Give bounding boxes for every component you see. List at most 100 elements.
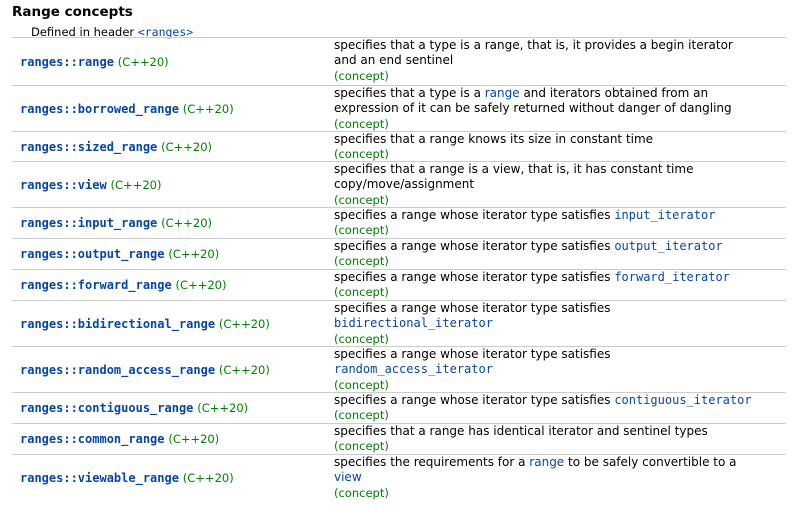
table-row: ranges::common_range (C++20) specifies th… (12, 424, 786, 454)
concept-name-link[interactable]: ranges::range (20, 55, 114, 69)
description-line: specifies a range whose iterator type sa… (334, 208, 786, 223)
concept-description: specifies a range whose iterator type sa… (334, 270, 786, 301)
concept-tag: (concept) (334, 192, 389, 207)
description-line: bidirectional_iterator (334, 316, 786, 331)
description-line: specifies a range whose iterator type sa… (334, 239, 786, 254)
concept-name-cell: ranges::random_access_range (C++20) (20, 363, 270, 377)
description-line: copy/move/assignment (334, 177, 786, 192)
concept-link[interactable]: range (529, 455, 564, 469)
concept-name-link[interactable]: ranges::bidirectional_range (20, 317, 215, 331)
description-line: expression of it can be safely returned … (334, 101, 786, 116)
description-text: and an end sentinel (334, 53, 454, 68)
description-text: expression of it can be safely returned … (334, 101, 732, 116)
concept-tag: (concept) (334, 485, 389, 500)
concept-name-link[interactable]: ranges::input_range (20, 216, 157, 230)
concept-name-cell: ranges::viewable_range (C++20) (20, 471, 234, 485)
description-line: specifies a range whose iterator type sa… (334, 347, 786, 362)
concept-name-link[interactable]: ranges::viewable_range (20, 471, 179, 485)
concept-name-cell: ranges::input_range (C++20) (20, 216, 212, 230)
table-row: ranges::output_range (C++20) specifies a … (12, 239, 786, 269)
description-text: specifies the requirements for a (334, 455, 530, 469)
concept-description: specifies that a range knows its size in… (334, 132, 786, 163)
description-text: specifies that a type is a range, that i… (334, 38, 733, 52)
concept-tag: (concept) (334, 68, 389, 83)
concept-name-cell: ranges::range (C++20) (20, 55, 169, 69)
concept-name-link[interactable]: ranges::sized_range (20, 140, 157, 154)
description-text: to be safely convertible to a (564, 455, 737, 469)
concept-description: specifies that a type is a range and ite… (334, 86, 786, 132)
standard-version-badge: (C++20) (161, 216, 213, 230)
concept-description: specifies that a type is a range, that i… (334, 38, 786, 84)
description-line: view (334, 470, 786, 485)
concept-name-cell: ranges::output_range (C++20) (20, 247, 219, 261)
description-text: specifies that a type is a (334, 86, 485, 100)
concept-name-link[interactable]: ranges::contiguous_range (20, 401, 193, 415)
standard-version-badge: (C++20) (168, 432, 220, 446)
table-row: ranges::borrowed_range (C++20) specifies … (12, 86, 786, 131)
standard-version-badge: (C++20) (110, 177, 162, 192)
iterator-concept-link[interactable]: bidirectional_iterator (334, 316, 493, 330)
iterator-concept-link[interactable]: random_access_iterator (334, 362, 493, 376)
description-text: copy/move/assignment (334, 177, 475, 192)
concept-description: specifies a range whose iterator type sa… (334, 393, 786, 424)
table-row: ranges::sized_range (C++20) specifies tha… (12, 132, 786, 161)
concept-name-link[interactable]: ranges::view (20, 178, 107, 192)
concept-tag: (concept) (334, 116, 389, 131)
standard-version-badge: (C++20) (182, 470, 234, 485)
concept-name-cell: ranges::common_range (C++20) (20, 432, 219, 446)
table-row: ranges::input_range (C++20) specifies a r… (12, 208, 786, 238)
standard-version-badge: (C++20) (218, 316, 270, 331)
standard-version-badge: (C++20) (218, 362, 270, 377)
concept-name-cell: ranges::borrowed_range (C++20) (20, 102, 234, 116)
concept-tag: (concept) (334, 285, 389, 300)
concept-name-cell: ranges::view (C++20) (20, 178, 161, 192)
description-line: specifies a range whose iterator type sa… (334, 393, 786, 408)
iterator-concept-link[interactable]: output_iterator (614, 239, 722, 253)
description-text: specifies that a range has identical ite… (334, 424, 708, 438)
concept-description: specifies that a range has identical ite… (334, 424, 786, 455)
standard-version-badge: (C++20) (182, 101, 234, 116)
description-line: specifies that a range is a view, that i… (334, 162, 786, 177)
table-row: ranges::bidirectional_range (C++20) speci… (12, 301, 786, 346)
concept-description: specifies a range whose iterator type sa… (334, 208, 786, 239)
description-text: specifies a range whose iterator type sa… (334, 301, 611, 315)
concept-tag: (concept) (334, 223, 389, 238)
table-row: ranges::random_access_range (C++20) speci… (12, 347, 786, 392)
concept-tag: (concept) (334, 331, 389, 346)
concept-name-link[interactable]: ranges::forward_range (20, 278, 172, 292)
concept-tag: (concept) (334, 439, 389, 454)
concept-link[interactable]: range (485, 86, 520, 100)
iterator-concept-link[interactable]: contiguous_iterator (614, 393, 751, 407)
table-row: ranges::forward_range (C++20) specifies a… (12, 270, 786, 300)
description-text: specifies a range whose iterator type sa… (334, 347, 611, 361)
concept-name-link[interactable]: ranges::output_range (20, 247, 165, 261)
concept-name-link[interactable]: ranges::borrowed_range (20, 102, 179, 116)
description-line: specifies that a range has identical ite… (334, 424, 786, 439)
table-row: ranges::range (C++20) specifies that a ty… (12, 38, 786, 85)
concept-name-link[interactable]: ranges::random_access_range (20, 363, 215, 377)
description-text: specifies that a range is a view, that i… (334, 162, 694, 176)
description-line: specifies that a type is a range and ite… (334, 86, 786, 101)
standard-version-badge: (C++20) (161, 139, 213, 154)
description-text: specifies a range whose iterator type sa… (334, 270, 615, 284)
concept-tag: (concept) (334, 254, 389, 269)
description-line: specifies a range whose iterator type sa… (334, 270, 786, 285)
concept-link[interactable]: view (334, 470, 362, 484)
iterator-concept-link[interactable]: forward_iterator (614, 270, 730, 284)
description-line: specifies that a type is a range, that i… (334, 38, 786, 53)
concept-name-cell: ranges::bidirectional_range (C++20) (20, 317, 270, 331)
concept-name-cell: ranges::contiguous_range (C++20) (20, 401, 248, 415)
concept-description: specifies a range whose iterator type sa… (334, 239, 786, 270)
table-row: ranges::view (C++20) specifies that a ran… (12, 162, 786, 207)
concept-description: specifies a range whose iterator type sa… (334, 301, 786, 347)
description-text: specifies a range whose iterator type sa… (334, 393, 615, 407)
description-line: specifies the requirements for a range t… (334, 455, 786, 470)
table-row: ranges::viewable_range (C++20) specifies … (12, 455, 786, 500)
concept-name-link[interactable]: ranges::common_range (20, 432, 165, 446)
iterator-concept-link[interactable]: input_iterator (614, 208, 715, 222)
concept-description: specifies that a range is a view, that i… (334, 162, 786, 208)
description-text: specifies that a range knows its size in… (334, 132, 654, 146)
standard-version-badge: (C++20) (175, 278, 227, 292)
concept-tag: (concept) (334, 377, 389, 392)
concept-description: specifies the requirements for a range t… (334, 455, 786, 501)
